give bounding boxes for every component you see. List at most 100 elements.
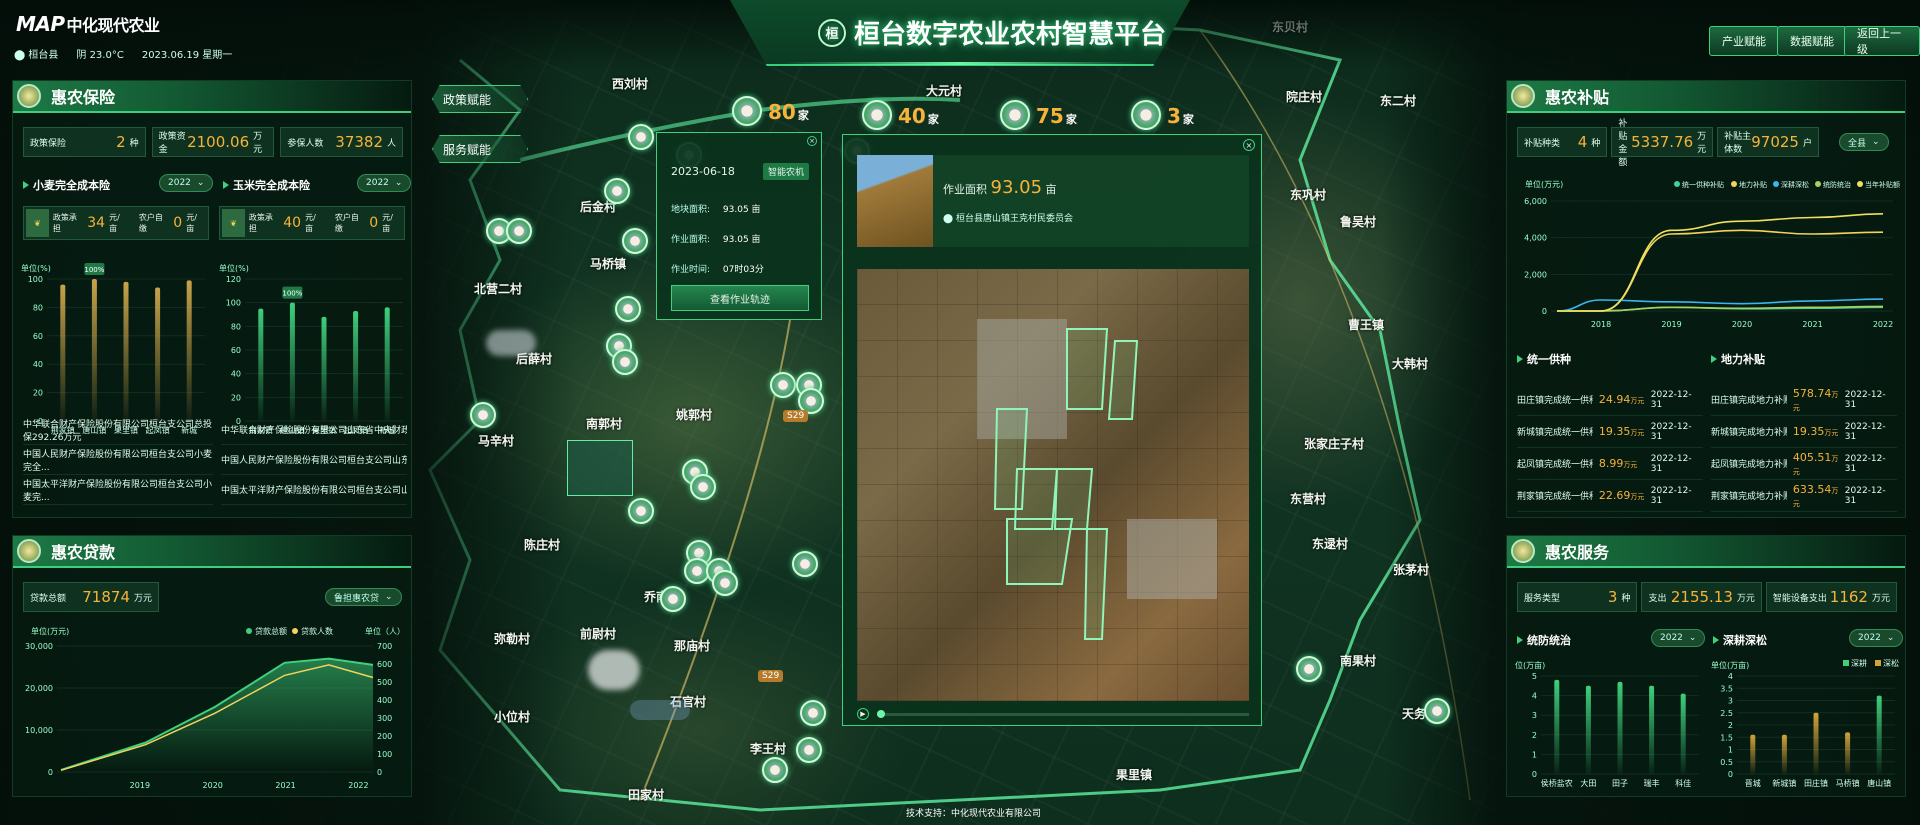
weather: 阴 23.0°C	[76, 50, 124, 61]
year-value: 2022	[1858, 633, 1881, 643]
row-value: 93.05 亩	[722, 205, 761, 215]
stat-service-kinds: 服务类型 3 种	[1517, 582, 1638, 612]
map-marker-icon[interactable]	[628, 124, 654, 150]
data-button[interactable]: 数据赋能	[1777, 26, 1847, 56]
facility-count[interactable]: 80 家	[768, 100, 809, 124]
facility-marker-icon[interactable]	[732, 96, 762, 126]
chevron-down-icon: ⌄	[385, 592, 393, 602]
service-header: 惠农服务	[1507, 536, 1905, 568]
wheat-year-select[interactable]: 2022 ⌄	[159, 174, 214, 192]
map-marker-icon[interactable]	[1296, 656, 1322, 682]
map-marker-icon[interactable]	[604, 178, 630, 204]
county-seal-icon: 桓	[818, 18, 846, 47]
pest-year-select[interactable]: 2022 ⌄	[1651, 629, 1706, 647]
map-marker-icon[interactable]	[770, 372, 796, 398]
task-date: 2023-06-18	[671, 165, 735, 178]
insurer-list-left: 中华联合财产保险股份有限公司桓台支公司总投保292.26万元 中国人民财产保险股…	[23, 415, 213, 505]
list-item[interactable]: 中华联合财产保险股份有限公司桓台支公司总投保292.26万元	[23, 415, 213, 445]
axis-unit-label: 单位(万亩)	[1711, 660, 1749, 670]
play-icon[interactable]: ▶	[857, 708, 869, 720]
list-item[interactable]: 中国人民财产保险股份有限公司桓台支公司山东省中...	[221, 445, 407, 475]
industry-button[interactable]: 产业赋能	[1709, 26, 1779, 56]
y-tick-label: 80	[33, 303, 43, 312]
facility-count[interactable]: 40 家	[898, 104, 939, 128]
bar	[384, 307, 390, 421]
x-tick-label: 唐山镇	[1867, 778, 1891, 788]
stat-label: 支出	[1648, 593, 1667, 604]
facility-marker-icon[interactable]	[1131, 100, 1161, 130]
tab-policy[interactable]: 政策赋能	[432, 85, 528, 113]
legend-label: 地力补贴	[1739, 180, 1767, 189]
map-marker-icon[interactable]	[470, 402, 496, 428]
tab-service[interactable]: 服务赋能	[432, 135, 528, 163]
logo[interactable]: MAP 中化现代农业	[16, 12, 160, 36]
map-marker-icon[interactable]	[622, 228, 648, 254]
map-marker-icon[interactable]	[800, 700, 826, 726]
select-value: 全县	[1848, 138, 1867, 149]
subsidy-row[interactable]: 田庄镇完成地力补贴 578.74万元 2022-12-31	[1711, 384, 1897, 416]
premium-label: 政策承担	[52, 213, 77, 233]
y-tick-label: 2	[1728, 721, 1733, 730]
subsidy-header: 惠农补贴	[1507, 81, 1905, 113]
y-tick-label: 300	[377, 714, 392, 723]
task-popup: × 2023-06-18 智能农机 地块面积: 93.05 亩 作业面积: 93…	[656, 132, 822, 320]
legend-dot	[1674, 181, 1680, 187]
map-marker-icon[interactable]	[1424, 698, 1450, 724]
facility-count[interactable]: 75 家	[1036, 104, 1077, 128]
subsidy-series-line	[1557, 213, 1884, 312]
facility-count[interactable]: 3家	[1167, 104, 1194, 128]
subsidy-row[interactable]: 荆家镇完成地力补贴 633.54万元 2022-12-31	[1711, 480, 1897, 512]
village-label: 东逯村	[1312, 537, 1349, 551]
stat-unit: 万元	[1871, 593, 1890, 604]
legend-dot	[1815, 181, 1821, 187]
map-marker-icon[interactable]	[796, 737, 822, 763]
subsidy-row[interactable]: 荆家镇完成统一供种... 22.69万元 2022-12-31	[1517, 480, 1703, 512]
village-label: 西刘村	[612, 77, 649, 91]
x-tick-label: 大田	[1580, 778, 1596, 788]
facility-marker-icon[interactable]	[1000, 100, 1030, 130]
subsidy-row[interactable]: 田庄镇完成统一供种... 24.94万元 2022-12-31	[1517, 384, 1703, 416]
village-label: 南郭村	[586, 417, 623, 431]
list-item[interactable]: 中国太平洋财产保险股份有限公司桓台支公司山东省...	[221, 475, 407, 505]
back-button[interactable]: 返回上一级	[1844, 26, 1920, 56]
map-marker-icon[interactable]	[612, 349, 638, 375]
field-tracks	[993, 328, 1139, 640]
map-marker-icon[interactable]	[506, 218, 532, 244]
subsidy-row[interactable]: 起凤镇完成统一供种... 8.99万元 2022-12-31	[1517, 448, 1703, 480]
field-satellite-view[interactable]	[857, 269, 1249, 701]
x-tick-label: 侯桥盐农	[1541, 778, 1573, 788]
close-icon[interactable]: ×	[807, 136, 817, 146]
list-item[interactable]: 中华联合财产保险股份有限公司山东省中央财政补贴型...	[221, 415, 407, 445]
map-marker-icon[interactable]	[762, 757, 788, 783]
list-item[interactable]: 中国太平洋财产保险股份有限公司桓台支公司小麦完...	[23, 475, 213, 505]
subsidy-row[interactable]: 起凤镇完成地力补贴 405.51万元 2022-12-31	[1711, 448, 1897, 480]
date: 2023.06.19 星期一	[142, 46, 232, 61]
close-icon[interactable]: ×	[1243, 139, 1255, 151]
footer-credit: 技术支持：中化现代农业有限公司	[906, 809, 1042, 819]
y-tick-label: 2	[1532, 731, 1537, 740]
map-marker-icon[interactable]	[628, 498, 654, 524]
progress-track[interactable]	[877, 709, 1249, 718]
tillage-year-select[interactable]: 2022 ⌄	[1849, 629, 1904, 647]
list-item[interactable]: 中国人民财产保险股份有限公司桓台支公司小麦完全...	[23, 445, 213, 475]
loan-type-select[interactable]: 鲁担惠农贷 ⌄	[325, 588, 402, 606]
view-track-button[interactable]: 查看作业轨迹	[671, 285, 809, 311]
facility-marker-icon[interactable]	[862, 100, 892, 130]
map-marker-icon[interactable]	[712, 570, 738, 596]
y-tick-label: 700	[377, 642, 392, 651]
map-marker-icon[interactable]	[690, 474, 716, 500]
village-label: 大韩村	[1392, 357, 1429, 371]
map-marker-icon[interactable]	[615, 296, 641, 322]
seed-subtitle: 统一供种	[1517, 351, 1571, 367]
y-tick-label: 0.5	[1720, 758, 1733, 767]
subsidy-row[interactable]: 新城镇完成地力补贴 19.35万元 2022-12-31	[1711, 416, 1897, 448]
row-date: 2022-12-31	[1650, 421, 1692, 442]
progress-handle[interactable]	[877, 709, 885, 718]
stat-label: 智能设备支出	[1772, 593, 1827, 604]
map-marker-icon[interactable]	[660, 586, 686, 612]
county-select[interactable]: 全县 ⌄	[1839, 133, 1889, 151]
subsidy-row[interactable]: 新城镇完成统一供种... 19.35万元 2022-12-31	[1517, 416, 1703, 448]
corn-year-select[interactable]: 2022 ⌄	[357, 174, 412, 192]
y-tick-label: 20	[231, 393, 241, 402]
map-marker-icon[interactable]	[792, 551, 818, 577]
